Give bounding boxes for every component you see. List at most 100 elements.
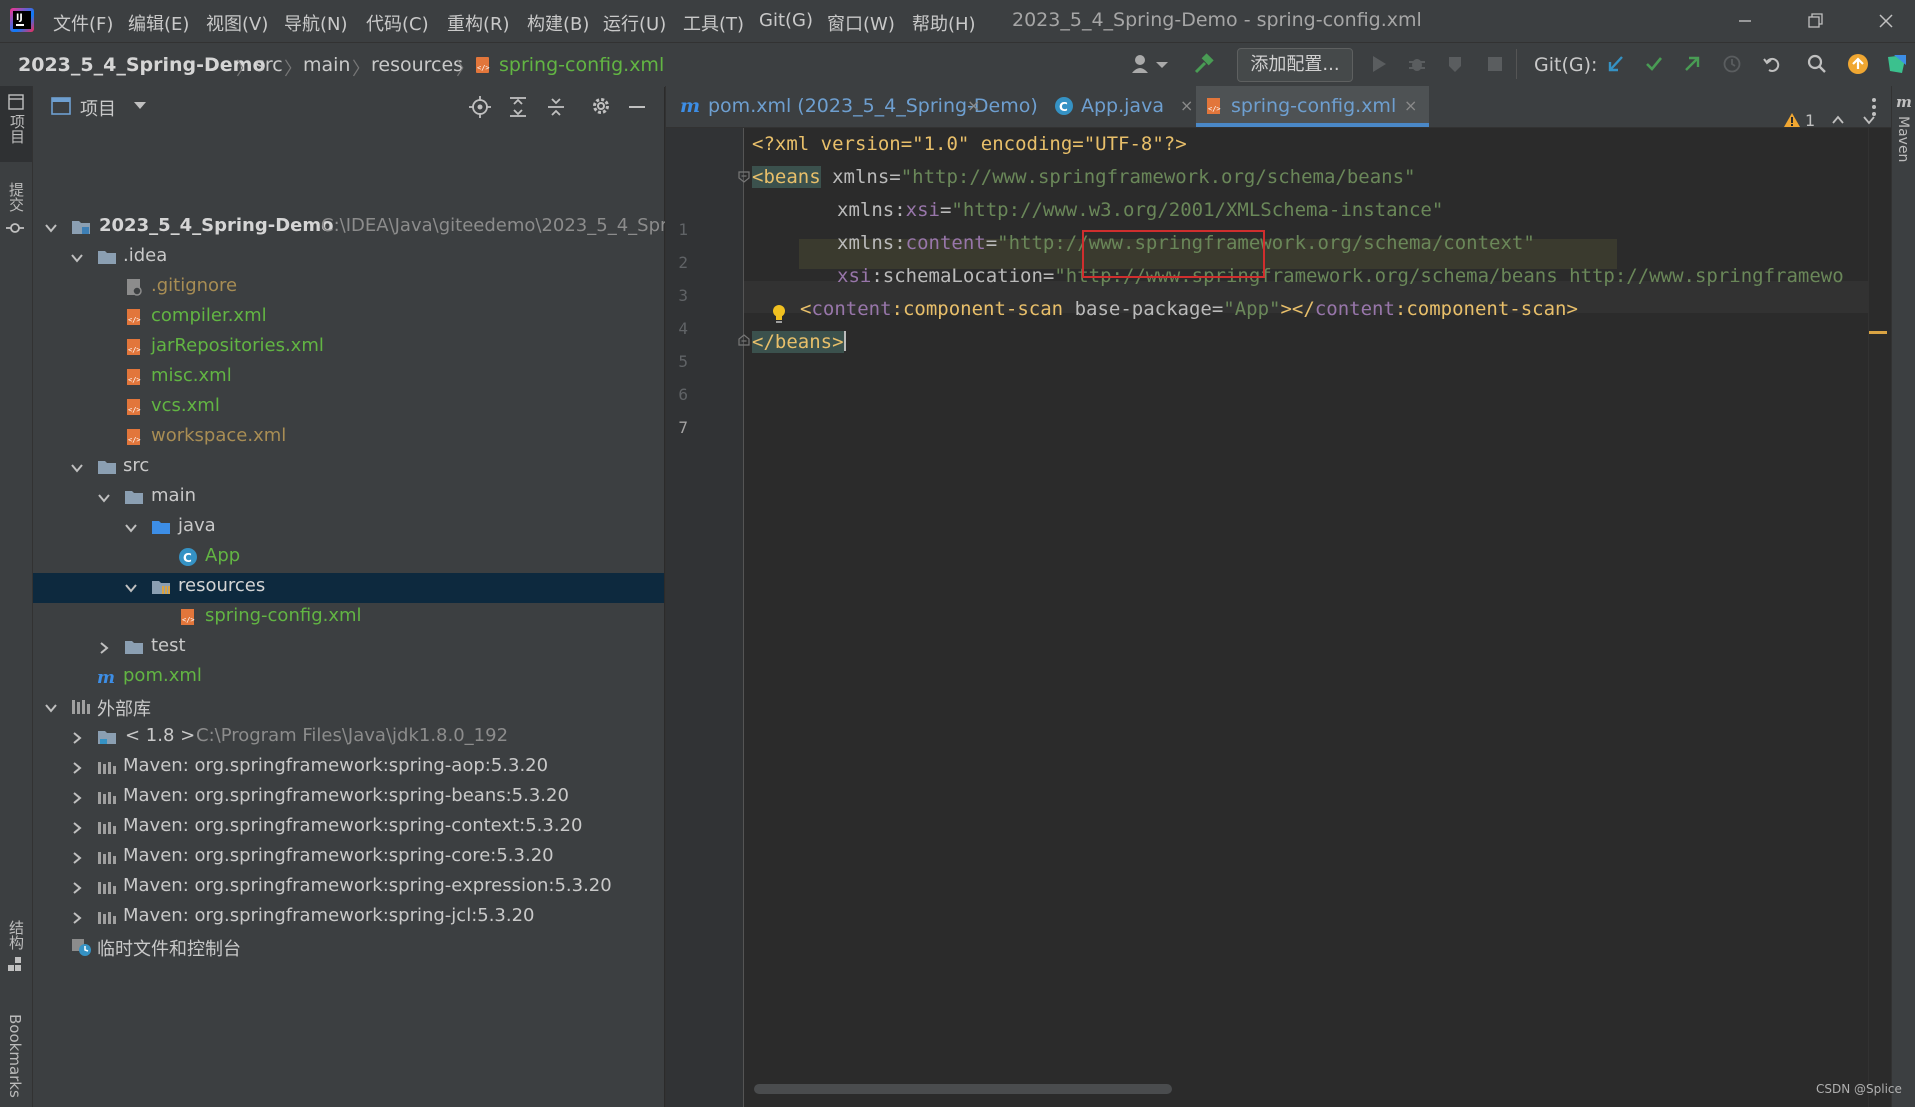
- collapsed-arrow-icon[interactable]: [96, 640, 112, 656]
- collapse-all-icon[interactable]: [546, 96, 566, 118]
- breadcrumb-file[interactable]: spring-config.xml: [499, 54, 664, 76]
- tree-item-maven-lib[interactable]: Maven: org.springframework:spring-aop:5.…: [33, 753, 664, 783]
- horizontal-scrollbar[interactable]: [754, 1084, 1172, 1094]
- collapsed-arrow-icon[interactable]: [69, 730, 85, 746]
- user-profile-icon[interactable]: [1130, 53, 1170, 75]
- expanded-arrow-icon[interactable]: [96, 490, 112, 506]
- rollback-icon[interactable]: [1762, 54, 1782, 74]
- jetbrains-toolbox-icon[interactable]: [1886, 53, 1908, 75]
- tree-item-maven-lib[interactable]: Maven: org.springframework:spring-jcl:5.…: [33, 903, 664, 933]
- menu-build[interactable]: 构建(B): [527, 10, 589, 36]
- breadcrumb-src[interactable]: src: [255, 54, 283, 76]
- debug-icon[interactable]: [1407, 54, 1427, 74]
- expanded-arrow-icon[interactable]: [43, 220, 59, 236]
- next-highlight-icon[interactable]: [1862, 113, 1876, 127]
- git-push-icon[interactable]: [1682, 54, 1702, 74]
- close-window-icon[interactable]: [1873, 8, 1899, 34]
- code-line-7[interactable]: </beans>: [752, 331, 846, 353]
- collapsed-arrow-icon[interactable]: [69, 880, 85, 896]
- tree-item-maven-lib[interactable]: Maven: org.springframework:spring-beans:…: [33, 783, 664, 813]
- lightbulb-icon[interactable]: [771, 304, 787, 324]
- menu-window[interactable]: 窗口(W): [827, 10, 895, 36]
- code-line-5[interactable]: xsi:schemaLocation="http://www.springfra…: [837, 265, 1857, 287]
- chevron-down-icon[interactable]: [133, 101, 147, 111]
- tree-item-workspace-xml[interactable]: </> workspace.xml: [33, 423, 664, 453]
- coverage-icon[interactable]: [1446, 54, 1466, 74]
- update-available-icon[interactable]: [1847, 53, 1869, 75]
- tree-item-main[interactable]: main: [33, 483, 664, 513]
- project-tool-button[interactable]: 项目: [0, 86, 32, 162]
- tab-spring-config-xml[interactable]: </> spring-config.xml ×: [1196, 86, 1429, 127]
- restore-icon[interactable]: [1802, 8, 1828, 34]
- project-panel-title[interactable]: 项目: [80, 95, 116, 121]
- menu-tools[interactable]: 工具(T): [683, 10, 744, 36]
- git-update-icon[interactable]: [1606, 54, 1626, 74]
- tree-item-app[interactable]: C App: [33, 543, 664, 573]
- menu-view[interactable]: 视图(V): [206, 10, 268, 36]
- warning-icon[interactable]: [1783, 112, 1801, 128]
- collapsed-arrow-icon[interactable]: [69, 760, 85, 776]
- build-hammer-icon[interactable]: [1193, 53, 1215, 75]
- minimize-icon[interactable]: [1732, 8, 1758, 34]
- locate-file-icon[interactable]: [469, 96, 491, 118]
- menu-run[interactable]: 运行(U): [603, 10, 666, 36]
- tab-app-java[interactable]: C App.java ×: [1054, 86, 1194, 127]
- history-icon[interactable]: [1722, 54, 1742, 74]
- menu-edit[interactable]: 编辑(E): [128, 10, 189, 36]
- tree-item-project-root[interactable]: 2023_5_4_Spring-Demo C:\IDEA\Java\giteed…: [33, 213, 680, 243]
- tree-item-misc-xml[interactable]: </> misc.xml: [33, 363, 664, 393]
- breadcrumb-main[interactable]: main: [303, 54, 350, 76]
- code-line-6[interactable]: <content:component-scan base-package="Ap…: [800, 298, 1578, 320]
- settings-gear-icon[interactable]: [590, 95, 612, 117]
- fold-end-marker-icon[interactable]: [738, 334, 750, 346]
- code-line-3[interactable]: xmlns:xsi="http://www.w3.org/2001/XMLSch…: [837, 199, 1443, 221]
- add-configuration-button[interactable]: 添加配置...: [1237, 48, 1353, 82]
- previous-highlight-icon[interactable]: [1831, 113, 1845, 127]
- git-commit-icon[interactable]: [1644, 54, 1664, 74]
- expanded-arrow-icon[interactable]: [69, 460, 85, 476]
- tree-item-jdk[interactable]: < 1.8 > C:\Program Files\Java\jdk1.8.0_1…: [33, 723, 664, 753]
- tree-item-maven-lib[interactable]: Maven: org.springframework:spring-contex…: [33, 813, 664, 843]
- tree-item-idea[interactable]: .idea: [33, 243, 664, 273]
- hide-panel-icon[interactable]: [627, 96, 647, 118]
- menu-file[interactable]: 文件(F): [53, 10, 113, 36]
- collapsed-arrow-icon[interactable]: [69, 850, 85, 866]
- menu-navigate[interactable]: 导航(N): [284, 10, 348, 36]
- collapsed-arrow-icon[interactable]: [69, 910, 85, 926]
- tree-item-pom-xml[interactable]: m pom.xml: [33, 663, 664, 693]
- collapsed-arrow-icon[interactable]: [69, 790, 85, 806]
- expanded-arrow-icon[interactable]: [123, 520, 139, 536]
- tree-item-java[interactable]: java: [33, 513, 664, 543]
- code-line-1[interactable]: <?xml version="1.0" encoding="UTF-8"?>: [752, 133, 1187, 155]
- tree-item-external-libraries[interactable]: 外部库: [33, 693, 664, 723]
- tree-item-resources[interactable]: resources: [33, 573, 664, 603]
- expand-all-icon[interactable]: [508, 96, 528, 118]
- maven-tool-button[interactable]: m Maven: [1892, 86, 1915, 176]
- menu-code[interactable]: 代码(C): [366, 10, 429, 36]
- bookmarks-tool-button[interactable]: Bookmarks: [6, 1014, 24, 1102]
- menu-help[interactable]: 帮助(H): [912, 10, 976, 36]
- tree-item-compiler-xml[interactable]: </> compiler.xml: [33, 303, 664, 333]
- vertical-scrollbar[interactable]: [1868, 128, 1893, 1107]
- tree-item-test[interactable]: test: [33, 633, 664, 663]
- close-tab-icon[interactable]: ×: [1180, 96, 1193, 115]
- run-icon[interactable]: [1369, 54, 1389, 74]
- expanded-arrow-icon[interactable]: [123, 580, 139, 596]
- menu-refactor[interactable]: 重构(R): [447, 10, 510, 36]
- tree-item-jarrepositories-xml[interactable]: </> jarRepositories.xml: [33, 333, 664, 363]
- expanded-arrow-icon[interactable]: [43, 700, 59, 716]
- menu-git[interactable]: Git(G): [759, 10, 813, 31]
- tree-item-spring-config-xml[interactable]: </> spring-config.xml: [33, 603, 664, 633]
- tree-item-scratches[interactable]: 临时文件和控制台: [33, 933, 664, 963]
- close-tab-icon[interactable]: ×: [1404, 96, 1417, 115]
- breadcrumb-project[interactable]: 2023_5_4_Spring-Demo: [18, 54, 266, 76]
- tree-item-maven-lib[interactable]: Maven: org.springframework:spring-core:5…: [33, 843, 664, 873]
- tree-item-vcs-xml[interactable]: </> vcs.xml: [33, 393, 664, 423]
- stop-icon[interactable]: [1485, 54, 1505, 74]
- collapsed-arrow-icon[interactable]: [69, 820, 85, 836]
- fold-marker-icon[interactable]: [738, 171, 750, 183]
- tree-item-src[interactable]: src: [33, 453, 664, 483]
- tab-pom-xml[interactable]: m pom.xml (2023_5_4_Spring-Demo) ×: [680, 86, 1038, 127]
- tree-item-maven-lib[interactable]: Maven: org.springframework:spring-expres…: [33, 873, 664, 903]
- search-icon[interactable]: [1807, 54, 1827, 74]
